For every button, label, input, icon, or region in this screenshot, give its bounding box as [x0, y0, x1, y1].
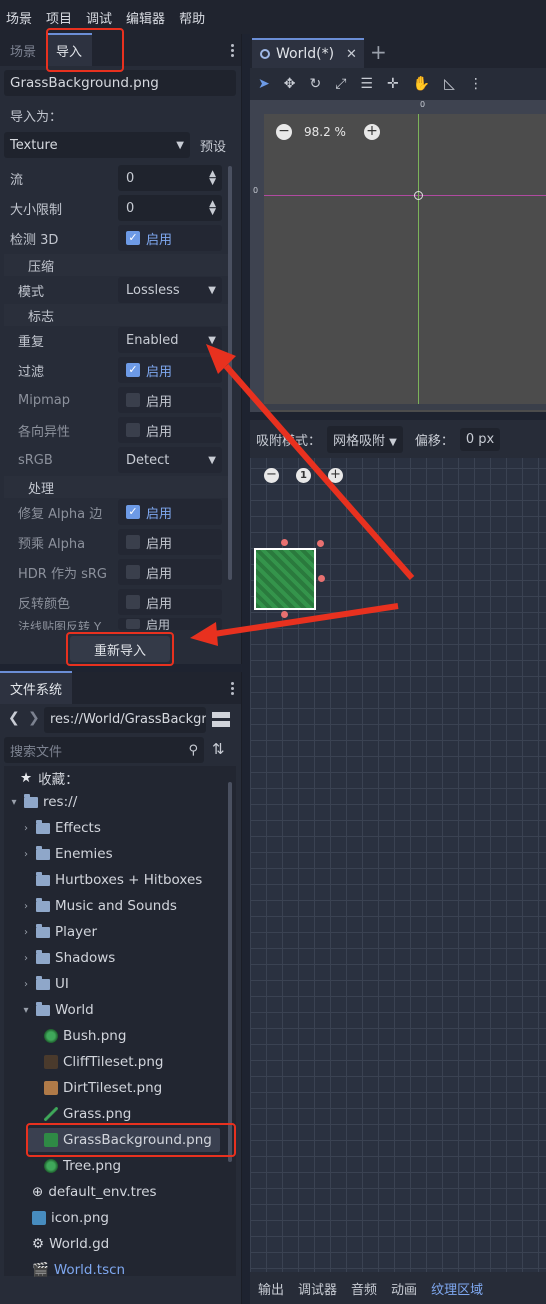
annotation-arrows: [190, 344, 415, 646]
arrow-to-repeat: [223, 364, 415, 580]
arrow-to-reimport: [213, 603, 399, 637]
arrowhead-reimport: [190, 622, 218, 646]
